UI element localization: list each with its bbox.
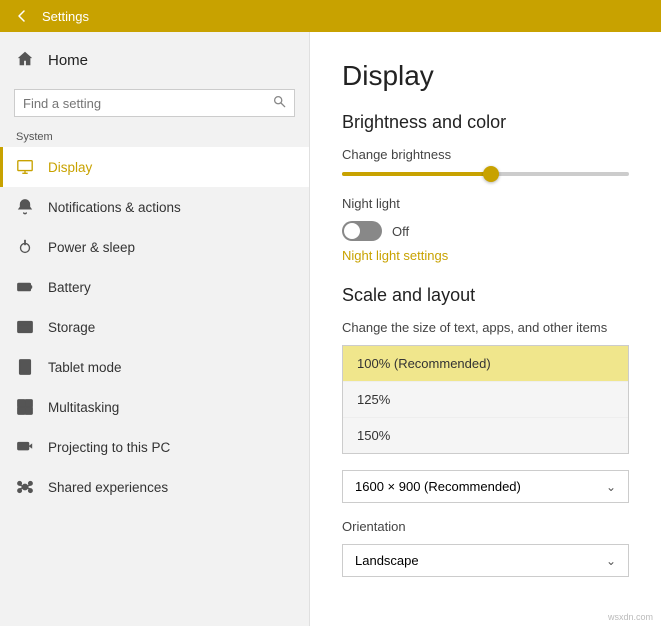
- multitasking-icon: [16, 398, 34, 416]
- sidebar-item-projecting[interactable]: Projecting to this PC: [0, 427, 309, 467]
- resolution-select-row: 1600 × 900 (Recommended) ⌄: [342, 470, 629, 503]
- sidebar-item-display[interactable]: Display: [0, 147, 309, 187]
- tablet-label: Tablet mode: [48, 360, 122, 375]
- home-label: Home: [48, 52, 88, 69]
- resolution-value: 1600 × 900 (Recommended): [355, 479, 521, 494]
- battery-icon: [16, 278, 34, 296]
- storage-icon: [16, 318, 34, 336]
- resolution-chevron-icon: ⌄: [606, 480, 616, 494]
- toggle-knob: [344, 223, 360, 239]
- page-title: Display: [342, 60, 629, 92]
- orientation-chevron-icon: ⌄: [606, 554, 616, 568]
- orientation-select-row: Landscape ⌄: [342, 544, 629, 577]
- main-layout: Home System Display: [0, 32, 661, 626]
- search-input[interactable]: [23, 96, 267, 111]
- orientation-label: Orientation: [342, 519, 629, 534]
- orientation-dropdown[interactable]: Landscape ⌄: [342, 544, 629, 577]
- projecting-label: Projecting to this PC: [48, 440, 170, 455]
- window-title: Settings: [42, 9, 89, 24]
- sidebar-item-battery[interactable]: Battery: [0, 267, 309, 307]
- brightness-slider[interactable]: [342, 172, 629, 176]
- display-label: Display: [48, 160, 92, 175]
- monitor-icon: [16, 158, 34, 176]
- size-label: Change the size of text, apps, and other…: [342, 320, 629, 335]
- content-area: Display Brightness and color Change brig…: [310, 32, 661, 626]
- power-label: Power & sleep: [48, 240, 135, 255]
- scale-option-125[interactable]: 125%: [343, 382, 628, 418]
- scale-option-100[interactable]: 100% (Recommended): [343, 346, 628, 382]
- slider-fill: [342, 172, 491, 176]
- scale-options-list: 100% (Recommended) 125% 150%: [342, 345, 629, 454]
- brightness-label: Change brightness: [342, 147, 629, 162]
- notifications-label: Notifications & actions: [48, 200, 181, 215]
- scale-layout-heading: Scale and layout: [342, 285, 629, 306]
- brightness-section-heading: Brightness and color: [342, 112, 629, 133]
- resolution-dropdown[interactable]: 1600 × 900 (Recommended) ⌄: [342, 470, 629, 503]
- home-icon: [16, 50, 34, 71]
- sidebar-item-multitasking[interactable]: Multitasking: [0, 387, 309, 427]
- title-bar: Settings: [0, 0, 661, 32]
- night-light-toggle[interactable]: [342, 221, 382, 241]
- tablet-icon: [16, 358, 34, 376]
- night-light-toggle-row: Off: [342, 221, 629, 241]
- watermark: wsxdn.com: [608, 612, 653, 622]
- slider-thumb[interactable]: [483, 166, 499, 182]
- scale-option-150[interactable]: 150%: [343, 418, 628, 453]
- battery-label: Battery: [48, 280, 91, 295]
- sidebar-item-power[interactable]: Power & sleep: [0, 227, 309, 267]
- sidebar-item-tablet[interactable]: Tablet mode: [0, 347, 309, 387]
- section-label: System: [0, 127, 309, 147]
- power-icon: [16, 238, 34, 256]
- night-light-label: Night light: [342, 196, 629, 211]
- orientation-value: Landscape: [355, 553, 419, 568]
- search-box: [14, 89, 295, 117]
- shared-label: Shared experiences: [48, 480, 168, 495]
- toggle-off-label: Off: [392, 224, 409, 239]
- projecting-icon: [16, 438, 34, 456]
- shared-icon: [16, 478, 34, 496]
- storage-label: Storage: [48, 320, 95, 335]
- multitasking-label: Multitasking: [48, 400, 119, 415]
- sidebar-item-storage[interactable]: Storage: [0, 307, 309, 347]
- sidebar-item-home[interactable]: Home: [0, 40, 309, 81]
- search-icon: [273, 95, 286, 111]
- sidebar: Home System Display: [0, 32, 310, 626]
- notification-icon: [16, 198, 34, 216]
- back-button[interactable]: [12, 6, 32, 26]
- sidebar-item-shared[interactable]: Shared experiences: [0, 467, 309, 507]
- sidebar-item-notifications[interactable]: Notifications & actions: [0, 187, 309, 227]
- night-light-settings-link[interactable]: Night light settings: [342, 248, 448, 263]
